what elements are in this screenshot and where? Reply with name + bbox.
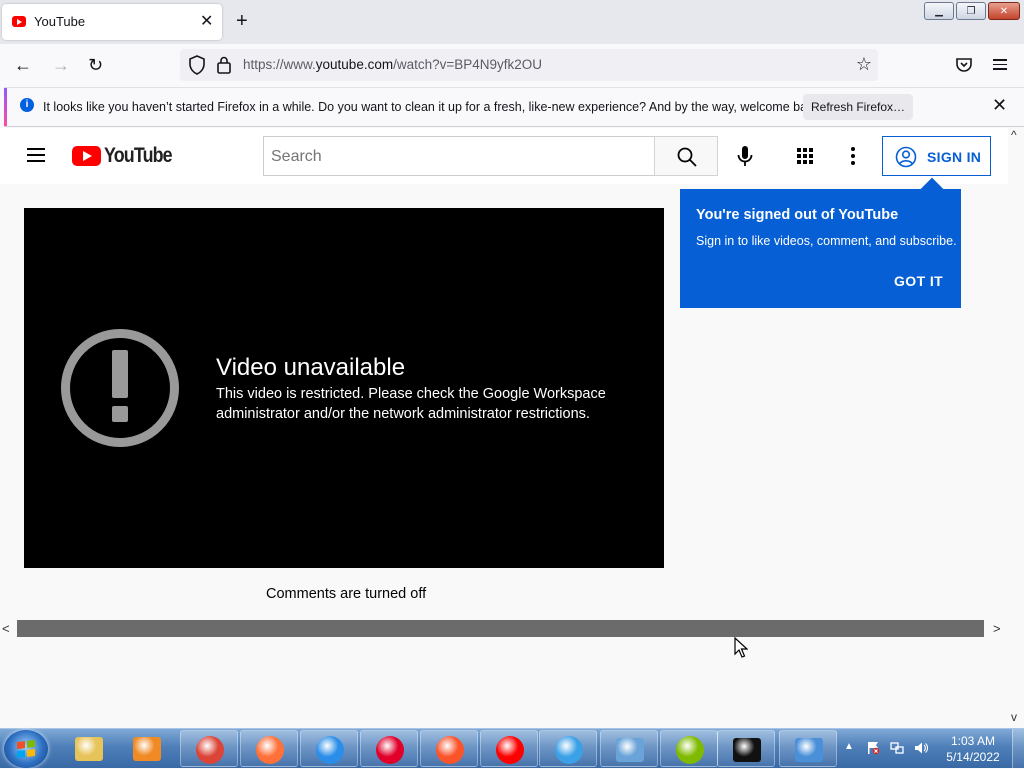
scroll-right-arrow-icon[interactable]: >: [993, 621, 1001, 636]
show-hidden-icons-icon[interactable]: ▲: [844, 741, 854, 752]
windows-update-icon: [676, 736, 704, 764]
bookmark-star-icon[interactable]: ☆: [856, 54, 872, 75]
taskbar-firefox-button[interactable]: [240, 730, 298, 767]
masthead: YouTube Search SIGN IN: [0, 128, 1008, 184]
more-options-icon[interactable]: [851, 147, 855, 168]
firefox-developer-icon: [316, 736, 344, 764]
navigation-toolbar: ← → ↻ https://www.youtube.com/watch?v=BP…: [0, 44, 1024, 86]
youtube-wordmark[interactable]: YouTube: [104, 144, 173, 168]
start-button[interactable]: [4, 730, 48, 768]
volume-icon[interactable]: [914, 741, 928, 755]
taskbar-control-panel-button[interactable]: [600, 730, 658, 767]
taskbar: ▲ 1:03 AM 5/14/2022: [0, 728, 1024, 769]
minimize-button[interactable]: ▁: [924, 2, 954, 20]
sign-in-label: SIGN IN: [927, 149, 982, 165]
reload-button[interactable]: ↻: [88, 54, 103, 76]
sign-in-button[interactable]: SIGN IN: [882, 136, 991, 176]
info-icon: i: [20, 98, 34, 112]
forward-button[interactable]: →: [52, 54, 70, 76]
notification-bar: i It looks like you haven’t started Fire…: [4, 87, 1024, 127]
window-controls: ▁ ❐ ✕: [924, 2, 1020, 20]
signed-out-callout: You're signed out of YouTube Sign in to …: [680, 189, 961, 308]
tab-youtube[interactable]: YouTube ✕: [2, 4, 222, 40]
show-desktop-button[interactable]: [1012, 729, 1024, 769]
new-tab-button[interactable]: +: [236, 10, 248, 32]
pocket-icon[interactable]: [955, 56, 973, 74]
system-clock[interactable]: 1:03 AM 5/14/2022: [940, 733, 1006, 765]
youtube-apps-icon[interactable]: [797, 148, 814, 165]
vertical-scrollbar[interactable]: ^ v: [1008, 128, 1024, 728]
video-unavailable-message: This video is restricted. Please check t…: [216, 386, 606, 422]
yandex-icon: [496, 736, 524, 764]
notification-close-icon[interactable]: ✕: [992, 95, 1007, 115]
taskbar-brave-button[interactable]: [420, 730, 478, 767]
taskbar-firefox-developer-button[interactable]: [300, 730, 358, 767]
youtube-page: YouTube Search SIGN IN Video unavailable…: [0, 128, 1008, 728]
taskbar-media-player-button[interactable]: [118, 730, 176, 767]
app-menu-icon[interactable]: [993, 59, 1007, 70]
comments-status: Comments are turned off: [266, 586, 427, 602]
scroll-down-arrow-icon[interactable]: v: [1011, 710, 1017, 724]
url-text: https://www.youtube.com/watch?v=BP4N9yfk…: [243, 57, 543, 72]
tab-close-icon[interactable]: ✕: [200, 12, 213, 32]
tab-title: YouTube: [34, 14, 86, 29]
taskbar-opera-button[interactable]: [360, 730, 418, 767]
video-player[interactable]: Video unavailable This video is restrict…: [24, 208, 664, 568]
guide-menu-icon[interactable]: [27, 148, 45, 162]
account-icon: [895, 146, 917, 168]
taskbar-remote-desktop-button[interactable]: [779, 730, 837, 767]
clock-date: 5/14/2022: [946, 750, 1000, 764]
clock-time: 1:03 AM: [950, 734, 996, 748]
internet-explorer-icon: [555, 736, 583, 764]
refresh-firefox-button[interactable]: Refresh Firefox…: [803, 94, 913, 120]
windows-logo-icon: [17, 740, 35, 758]
chrome-icon: [196, 736, 224, 764]
scroll-left-arrow-icon[interactable]: <: [2, 621, 10, 636]
file-explorer-icon: [75, 737, 103, 761]
address-bar[interactable]: https://www.youtube.com/watch?v=BP4N9yfk…: [180, 49, 878, 81]
taskbar-windows-update-button[interactable]: [660, 730, 718, 767]
media-player-icon: [133, 737, 161, 761]
search-placeholder: Search: [271, 148, 322, 165]
video-unavailable-title: Video unavailable: [216, 354, 406, 381]
remote-desktop-icon: [795, 738, 823, 762]
control-panel-icon: [616, 738, 644, 762]
firefox-icon: [256, 736, 284, 764]
tracking-protection-shield-icon[interactable]: [188, 55, 206, 75]
network-icon[interactable]: [890, 741, 904, 755]
back-button[interactable]: ←: [14, 54, 32, 76]
taskbar-internet-explorer-button[interactable]: [539, 730, 597, 767]
taskbar-yandex-button[interactable]: [480, 730, 538, 767]
notification-message: It looks like you haven’t started Firefo…: [43, 100, 824, 114]
taskbar-chrome-button[interactable]: [180, 730, 238, 767]
got-it-button[interactable]: GOT IT: [894, 273, 943, 289]
youtube-favicon-icon: [12, 16, 26, 27]
lock-icon[interactable]: [216, 55, 232, 75]
search-input[interactable]: Search: [263, 136, 655, 176]
restore-button[interactable]: ❐: [956, 2, 986, 20]
search-icon: [677, 147, 697, 167]
command-prompt-icon: [733, 738, 761, 762]
close-window-button[interactable]: ✕: [988, 2, 1020, 20]
callout-title: You're signed out of YouTube: [696, 207, 899, 223]
scroll-up-arrow-icon[interactable]: ^: [1011, 128, 1017, 142]
youtube-logo-icon[interactable]: [72, 146, 101, 166]
mouse-pointer-icon: [734, 637, 748, 658]
taskbar-file-explorer-button[interactable]: [60, 730, 118, 767]
action-center-flag-icon[interactable]: [866, 741, 880, 755]
tab-strip: YouTube ✕ + ▁ ❐ ✕: [0, 0, 1024, 44]
taskbar-command-prompt-button[interactable]: [717, 730, 775, 767]
brave-icon: [436, 736, 464, 764]
search-button[interactable]: [654, 136, 718, 176]
warning-exclamation-icon: [61, 329, 179, 447]
voice-search-mic-icon[interactable]: [735, 145, 755, 169]
callout-body: Sign in to like videos, comment, and sub…: [696, 234, 957, 248]
horizontal-scrollbar-thumb[interactable]: [17, 620, 984, 637]
opera-icon: [376, 736, 404, 764]
